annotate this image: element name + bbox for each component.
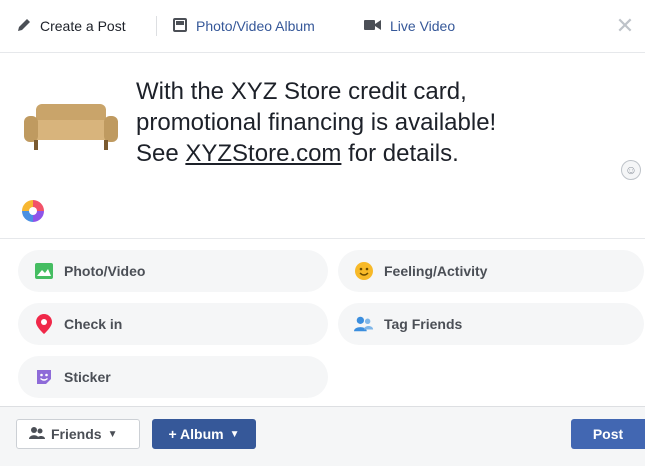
composer-footer: Friends ▼ + Album ▼ Post bbox=[0, 406, 645, 466]
chevron-down-icon: ▼ bbox=[229, 428, 240, 440]
tab-divider bbox=[156, 16, 157, 36]
chevron-down-icon: ▼ bbox=[107, 428, 118, 440]
post-text[interactable]: With the XYZ Store credit card, promotio… bbox=[136, 76, 606, 169]
video-camera-icon bbox=[364, 18, 382, 35]
action-label: Tag Friends bbox=[384, 316, 463, 332]
action-label: Feeling/Activity bbox=[384, 263, 488, 279]
tag-friends-button[interactable]: Tag Friends bbox=[338, 303, 644, 345]
photo-video-button[interactable]: Photo/Video bbox=[18, 250, 328, 292]
emoji-icon[interactable]: ☺ bbox=[621, 160, 641, 180]
audience-label: Friends bbox=[51, 426, 102, 442]
post-text-line: See XYZStore.com for details. bbox=[136, 138, 606, 169]
store-link[interactable]: XYZStore.com bbox=[185, 140, 341, 167]
tab-label: Photo/Video Album bbox=[196, 18, 315, 34]
post-text-suffix: for details. bbox=[341, 140, 459, 167]
photo-icon bbox=[34, 261, 54, 281]
post-button[interactable]: Post bbox=[571, 419, 645, 449]
action-label: Photo/Video bbox=[64, 263, 146, 279]
post-text-line: promotional financing is available! bbox=[136, 109, 497, 136]
post-text-line: With the XYZ Store credit card, bbox=[136, 78, 467, 105]
action-label: Check in bbox=[64, 316, 123, 332]
smiley-icon bbox=[354, 261, 374, 281]
post-text-prefix: See bbox=[136, 140, 186, 167]
tab-label: Live Video bbox=[390, 18, 456, 34]
location-pin-icon bbox=[34, 314, 54, 334]
post-composer[interactable]: With the XYZ Store credit card, promotio… bbox=[0, 52, 645, 239]
sticker-icon bbox=[34, 367, 54, 387]
friends-icon bbox=[29, 426, 45, 443]
tab-live-video[interactable]: Live Video bbox=[364, 14, 455, 38]
tab-label: Create a Post bbox=[40, 18, 126, 34]
sticker-button[interactable]: Sticker bbox=[18, 356, 328, 398]
pencil-icon bbox=[16, 17, 32, 36]
sofa-image bbox=[24, 100, 118, 156]
check-in-button[interactable]: Check in bbox=[18, 303, 328, 345]
tab-create-post[interactable]: Create a Post bbox=[16, 14, 126, 38]
audience-selector[interactable]: Friends ▼ bbox=[16, 419, 140, 449]
feeling-activity-button[interactable]: Feeling/Activity bbox=[338, 250, 644, 292]
album-icon bbox=[172, 17, 188, 36]
tag-friends-icon bbox=[354, 314, 374, 334]
post-actions: Photo/Video Feeling/Activity Check in Ta… bbox=[0, 246, 645, 406]
action-label: Sticker bbox=[64, 369, 111, 385]
album-button-label: + Album bbox=[168, 426, 224, 442]
close-icon[interactable]: ✕ bbox=[613, 12, 637, 40]
color-wheel-icon[interactable] bbox=[22, 200, 44, 222]
tab-photo-video-album[interactable]: Photo/Video Album bbox=[172, 14, 315, 38]
composer-tabs: Create a Post Photo/Video Album Live Vid… bbox=[0, 0, 645, 53]
create-post-dialog: Create a Post Photo/Video Album Live Vid… bbox=[0, 0, 645, 466]
add-album-button[interactable]: + Album ▼ bbox=[152, 419, 256, 449]
